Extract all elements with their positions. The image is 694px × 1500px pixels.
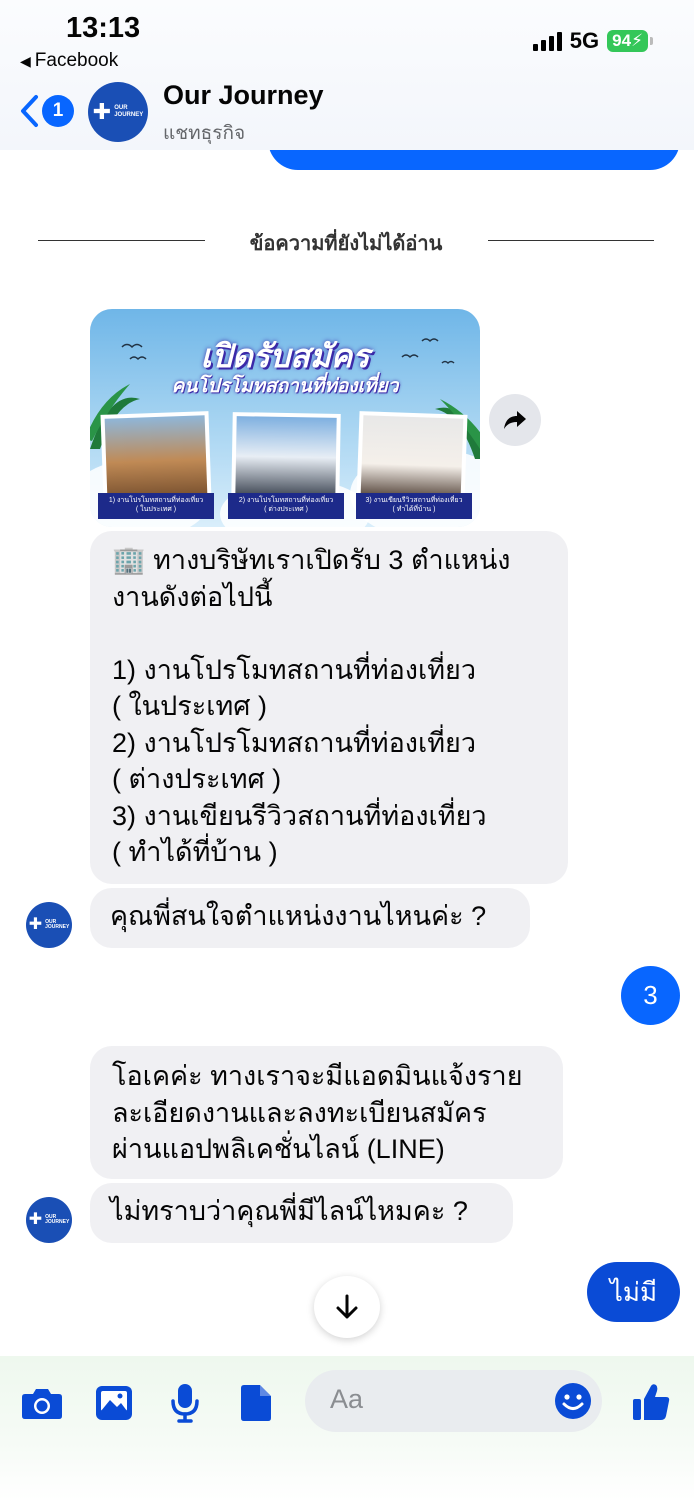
scroll-to-bottom-button[interactable] bbox=[314, 1276, 380, 1338]
message-text: คุณพี่สนใจตำแหน่งงานไหนค่ะ ? bbox=[110, 901, 487, 931]
voice-button[interactable] bbox=[163, 1381, 207, 1425]
status-indicators: 5G 94⚡ bbox=[532, 28, 653, 54]
incoming-message-line-info[interactable]: โอเคค่ะ ทางเราจะมีแอดมินแจ้งราย ละเอียดง… bbox=[90, 1046, 563, 1179]
arrow-down-icon bbox=[336, 1294, 358, 1319]
sender-avatar[interactable]: ✚ OUR JOURNEY bbox=[26, 1197, 72, 1243]
back-button[interactable]: 1 bbox=[18, 94, 74, 128]
outgoing-message-choice[interactable]: 3 bbox=[621, 966, 680, 1025]
like-button[interactable] bbox=[630, 1381, 672, 1423]
battery-icon: 94⚡ bbox=[607, 30, 653, 52]
incoming-message-question-position[interactable]: คุณพี่สนใจตำแหน่งงานไหนค่ะ ? bbox=[90, 888, 530, 948]
unread-divider-label: ข้อความที่ยังไม่ได้อ่าน bbox=[249, 233, 443, 255]
promo-photo-domestic bbox=[100, 411, 212, 503]
message-line: งานดังต่อไปนี้ bbox=[112, 581, 273, 612]
message-line: ( ในประเทศ ) bbox=[112, 691, 267, 721]
camera-icon bbox=[22, 1389, 62, 1419]
message-input[interactable]: Aa bbox=[305, 1370, 602, 1432]
logo-plus-icon: ✚ bbox=[28, 1211, 43, 1228]
chat-name[interactable]: Our Journey bbox=[163, 80, 324, 111]
gallery-button[interactable] bbox=[92, 1381, 136, 1425]
message-text: 3 bbox=[643, 980, 658, 1010]
incoming-message-question-line[interactable]: ไม่ทราบว่าคุณพี่มีไลน์ไหมคะ ? bbox=[90, 1183, 513, 1243]
back-to-app-link[interactable]: ◀ Facebook bbox=[20, 50, 118, 72]
chat-avatar[interactable]: ✚ OUR JOURNEY bbox=[88, 82, 148, 142]
unread-badge: 1 bbox=[42, 95, 74, 127]
message-line: 1) งานโปรโมทสถานที่ท่องเที่ยว bbox=[112, 654, 476, 685]
promo-caption-2: 2) งานโปรโมทสถานที่ท่องเที่ยว( ต่างประเท… bbox=[228, 493, 344, 519]
top-bar: 13:13 ◀ Facebook 5G 94⚡ 1 ✚ OUR JOURNEY Ou… bbox=[0, 0, 694, 150]
status-time: 13:13 bbox=[66, 12, 141, 44]
unread-divider: ข้อความที่ยังไม่ได้อ่าน bbox=[38, 224, 654, 256]
network-type: 5G bbox=[569, 28, 600, 53]
back-triangle-icon: ◀ bbox=[20, 53, 31, 69]
message-line: ผ่านแอปพลิเคชั่นไลน์ (LINE) bbox=[112, 1134, 445, 1164]
promo-image[interactable]: เปิดรับสมัคร คนโปรโมทสถานที่ท่องเที่ยว 1… bbox=[90, 309, 480, 527]
message-line: โอเคค่ะ ทางเราจะมีแอดมินแจ้งราย bbox=[112, 1061, 523, 1091]
back-chevron-icon bbox=[21, 95, 38, 127]
message-line: 🏢 ทางบริษัทเราเปิดรับ 3 ตำแหน่ง bbox=[112, 545, 511, 575]
message-input-placeholder: Aa bbox=[330, 1384, 364, 1414]
wordmark-top: OUR bbox=[114, 105, 128, 112]
promo-caption-3: 3) งานเขียนรีวิวสถานที่ท่องเที่ยว( ทำได้… bbox=[356, 493, 472, 519]
promo-caption-1: 1) งานโปรโมทสถานที่ท่องเที่ยว( ในประเทศ … bbox=[98, 493, 214, 519]
thumbs-up-icon bbox=[633, 1384, 670, 1420]
message-text: ไม่มี bbox=[609, 1276, 658, 1307]
promo-photo-abroad bbox=[231, 412, 341, 502]
chat-subtitle: แชทธุรกิจ bbox=[163, 123, 246, 144]
microphone-icon bbox=[171, 1384, 199, 1423]
share-button[interactable] bbox=[489, 394, 541, 446]
back-app-label: Facebook bbox=[34, 50, 119, 71]
file-button[interactable] bbox=[234, 1381, 278, 1425]
outgoing-message-reply-no[interactable]: ไม่มี bbox=[587, 1262, 680, 1322]
sender-avatar[interactable]: ✚ OUR JOURNEY bbox=[26, 902, 72, 948]
logo-plus-icon: ✚ bbox=[92, 99, 112, 124]
message-line: ( ทำได้ที่บ้าน ) bbox=[112, 837, 278, 867]
camera-button[interactable] bbox=[20, 1381, 64, 1425]
message-text: ไม่ทราบว่าคุณพี่มีไลน์ไหมคะ ? bbox=[110, 1196, 468, 1226]
image-icon bbox=[96, 1386, 132, 1420]
promo-photo-review bbox=[356, 411, 468, 503]
message-line: 2) งานโปรโมทสถานที่ท่องเที่ยว bbox=[112, 727, 476, 758]
signal-icon bbox=[532, 31, 562, 51]
message-line: ( ต่างประเทศ ) bbox=[112, 764, 282, 794]
incoming-message-positions[interactable]: 🏢 ทางบริษัทเราเปิดรับ 3 ตำแหน่ง งานดังต่… bbox=[90, 531, 568, 884]
message-line: 3) งานเขียนรีวิวสถานที่ท่องเที่ยว bbox=[112, 800, 487, 831]
share-icon bbox=[504, 411, 526, 429]
wordmark-bottom: JOURNEY bbox=[114, 112, 144, 118]
message-line bbox=[112, 615, 548, 652]
logo-plus-icon: ✚ bbox=[28, 916, 43, 933]
emoji-icon[interactable] bbox=[554, 1382, 592, 1420]
file-icon bbox=[241, 1385, 271, 1421]
message-line: ละเอียดงานและลงทะเบียนสมัคร bbox=[112, 1097, 487, 1128]
